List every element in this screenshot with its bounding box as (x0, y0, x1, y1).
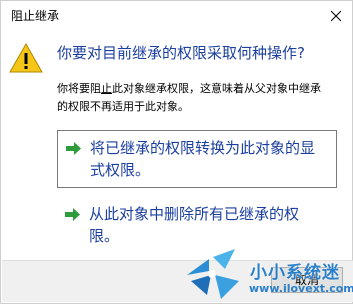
watermark-text: 小小系统迷 (250, 263, 340, 283)
watermark-url: www.ilovext.com (249, 282, 353, 295)
window-title: 阻止继承 (11, 9, 60, 23)
inheritance-dialog: 阻止继承 你要对目前继承的权限采取何种操作? 你将要阻止此对象继承权限，这意味着… (0, 0, 353, 304)
close-button[interactable] (320, 1, 352, 30)
description-line-1-start: 你将要阻 (57, 82, 101, 95)
description-line-2: 的权限不再适用于此对象。 (57, 100, 189, 113)
title-bar: 阻止继承 (1, 1, 352, 30)
description-line-1-end: 此对象继承权限，这意味着从父对象中继承 (112, 82, 321, 95)
dialog-description: 你将要阻止此对象继承权限，这意味着从父对象中继承 的权限不再适用于此对象。 (57, 80, 347, 116)
remove-permissions-option[interactable]: 从此对象中删除所有已继承的权 限。 (57, 197, 337, 249)
close-icon (331, 10, 341, 21)
option-label-line-1: 从此对象中删除所有已继承的权 (89, 205, 300, 223)
green-arrow-icon (66, 142, 81, 155)
warning-icon (9, 43, 43, 73)
option-label-line-1: 将已继承的权限转换为此对象的显 (90, 139, 316, 157)
option-label-line-2: 限。 (89, 227, 120, 245)
xiaoxiao-logo-icon (187, 249, 239, 299)
description-line-1: 你将要阻止此对象继承权限，这意味着从父对象中继承 (57, 80, 347, 98)
dialog-question: 你要对目前继承的权限采取何种操作? (57, 44, 305, 62)
option-label-line-2: 式权限。 (90, 161, 151, 179)
description-access-key: 止 (101, 82, 112, 95)
green-arrow-icon (65, 208, 80, 221)
convert-permissions-option[interactable]: 将已继承的权限转换为此对象的显 式权限。 (57, 130, 337, 188)
